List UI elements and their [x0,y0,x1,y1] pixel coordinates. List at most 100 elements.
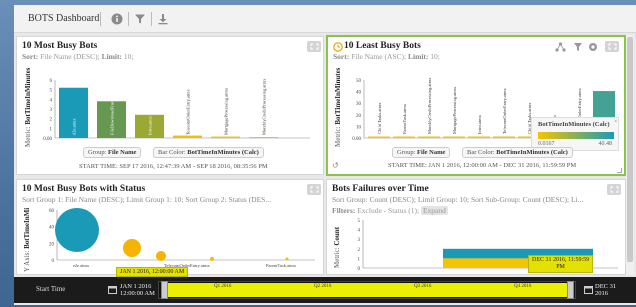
timeline-start-handle[interactable] [161,281,168,299]
info-icon[interactable] [109,11,125,27]
timeline-track[interactable]: Q1 2016 Q2 2016 Q3 2016 Q4 2016 [158,281,576,299]
timeline-start-tooltip: JAN 1 2016, 12:00:00 AM [116,267,189,277]
bar [443,136,465,138]
expand-button[interactable]: Expand [420,206,448,215]
least-busy-bots-panel[interactable]: 10 Least Busy Bots Sort: File Name (ASC)… [326,35,626,176]
filter-icon[interactable] [572,41,583,52]
bar-color-label: Bar Color: [467,149,495,156]
panel-title: Bots Failures over Time [332,184,429,194]
fullscreen-icon[interactable] [607,184,621,195]
y-tick-label: 20 [356,114,362,119]
filter-icon[interactable] [132,11,148,27]
y-tick-label: 2 [358,248,361,253]
group-pill[interactable]: Group: File Name [83,147,142,158]
dashboard-scrollbar[interactable] [626,35,634,275]
scrollbar-thumb[interactable] [627,37,633,262]
sort-value: File Name (DESC); [40,52,100,61]
group-value: File Name [417,149,446,156]
bar [368,136,390,138]
start-time-text: START TIME: JAN 1 2016, 12:00:00 AM - DE… [388,162,577,169]
refresh-icon[interactable]: ↺ [332,161,339,170]
panel-title: 10 Most Busy Bots [22,41,98,51]
bar [211,136,240,138]
y-axis-metric-value: Count [333,226,341,246]
panel-sort-info: Sort Group 1: File Name (DESC); Limit Gr… [22,195,271,204]
x-tick-label: FileDownloadFromS... [110,94,115,135]
y-axis-label: Y Axis: BotTimeInMi [23,208,31,272]
y-tick-label: 0.00 [352,137,361,142]
y-tick-label: 5 [358,219,361,224]
x-tick-label: Intro.atmx [477,114,482,134]
x-tick-label: MortgageProcessing.atmx [224,87,229,135]
legend-close-icon[interactable]: × [614,119,617,125]
y-tick-label: 20 [49,242,55,247]
x-tick-label: ParentTask.atmx [266,263,297,268]
calendar-icon[interactable] [108,285,117,294]
color-legend: BotTimeInMinutes (Calc) × 0.0167 40.48 [531,117,619,151]
bar-color-pill[interactable]: Bar Color: BotTimeInMinutes (Calc) [462,147,573,158]
quarter-label: Q4 2016 [514,284,532,289]
y-tick-label: 0.00 [43,137,52,142]
hierarchy-icon[interactable] [555,41,566,52]
y-tick-label: 3 [358,238,361,243]
panel-title: 10 Least Busy Bots [344,41,421,51]
end-date-line1: DEC 31 [595,283,617,290]
y-tick-label: 3 [50,108,53,113]
y-axis-title-value: BotTimeInMi [23,207,31,249]
dashboard-title: BOTS Dashboard [28,13,100,24]
group-label: Group: [397,149,416,156]
timeline-start-date[interactable]: JAN 1 2016 12:00:00 AM [120,283,155,297]
y-tick-label: 30 [356,102,362,107]
x-tick-label: MonthlyCreditProcessing.atmx [262,78,267,135]
legend-max: 40.48 [598,141,613,147]
y-tick-label: 40 [49,226,55,231]
timeline-end-tooltip: DEC 31 2016, 11:59:59 PM [528,255,594,273]
y-tick-label: 1 [358,257,361,262]
end-date-line2: 2016 [595,290,608,297]
download-icon[interactable] [155,11,171,27]
dashboard-app: BOTS Dashboard 10 Most Busy Bots Sort: F… [14,5,636,305]
start-time-text: START TIME: SEP 17 2016, 12:47:39 AM - S… [79,163,268,170]
time-range-timeline: Start Time JAN 1 2016 12:00:00 AM Q1 201… [14,277,636,303]
timeline-end-date[interactable]: DEC 31 2016 [595,283,616,297]
fullscreen-icon[interactable] [605,41,619,52]
settings-icon[interactable] [587,41,598,52]
x-tick-label: d2e.atmx [72,118,77,135]
panel-sort-info: Sort: File Name (DESC); Limit: 10; [22,52,133,61]
x-tick-label: TelecomOrderEntry.atmx [186,89,191,135]
legend-title: BotTimeInMinutes (Calc) [538,121,610,128]
busy-status-bubble-chart: 0204060e2e.atmx TelecomOrderEntry.atmx Par… [49,208,315,268]
y-axis-metric-label: Metric: [333,247,341,268]
y-tick-label: 1 [50,127,53,132]
timeline-end-handle[interactable] [567,281,574,299]
bubble [210,257,214,261]
y-tick-label: 2 [50,118,53,123]
x-tick-label: TelecomOrderEntry.atmx [502,88,507,134]
quarter-label: Q3 2016 [414,284,432,289]
bar-color-pill[interactable]: Bar Color: BotTimeInMinutes (Calc) [153,147,264,158]
calendar-icon[interactable] [584,285,593,294]
bar-color-value: BotTimeInMinutes (Calc) [496,149,568,156]
x-tick-label: ParentTask.atmx [402,103,407,134]
y-tick-label: 5 [50,89,53,94]
sort-label: Sort: [22,52,39,61]
resize-handle-icon[interactable] [617,168,622,173]
bubble [156,251,166,261]
dashboard-header: BOTS Dashboard [14,5,636,33]
y-axis-title-label: Y Axis: [23,250,31,272]
bubble [55,208,99,252]
bar [418,136,440,138]
panel-sort-info: Sort: File Name (ASC); Limit: 10; [333,52,440,61]
filters-value: Exclude - Status (1); [357,206,420,215]
y-tick-label: 10 [356,125,362,130]
limit-value: 10; [123,52,134,61]
y-axis-metric-label: Metric: [24,126,32,147]
bar [493,136,515,138]
group-pill[interactable]: Group: File Name [392,147,451,158]
fullscreen-icon[interactable] [307,41,321,52]
most-busy-bar-chart: 0.00 1 2 3 4 5 6 d2e.atmx FileDownloadFromS... In… [43,78,310,142]
x-tick-label: Child Tasks.atmx [377,102,382,134]
panel-sort-info: Sort Group: Count (DESC); Limit Group: 1… [332,195,584,204]
fullscreen-icon[interactable] [307,184,321,195]
y-axis-label: Metric: BotTimeInMinutes [24,68,32,147]
